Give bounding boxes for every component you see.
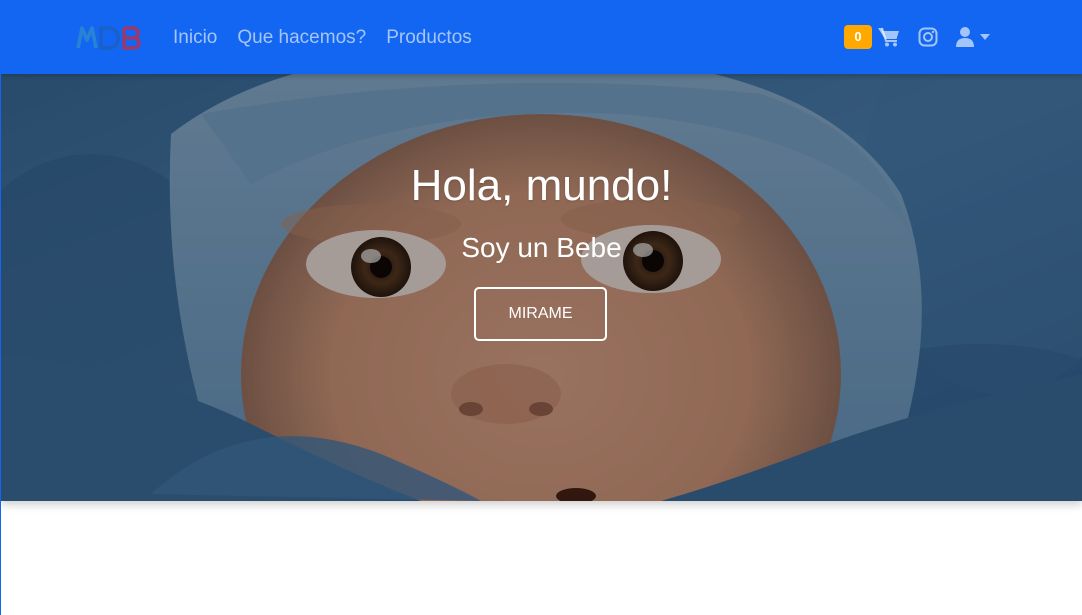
mdb-logo-icon xyxy=(76,26,141,50)
navbar: Inicio Que hacemos? Productos 0 xyxy=(1,1,1082,74)
shopping-cart-icon[interactable] xyxy=(877,26,901,48)
hero-title: Hola, mundo! xyxy=(410,161,673,210)
hero-subtitle: Soy un Bebe xyxy=(461,232,622,263)
user-icon xyxy=(956,27,974,47)
page: Inicio Que hacemos? Productos 0 Hola, mu… xyxy=(0,0,1082,615)
nav-link-inicio[interactable]: Inicio xyxy=(173,26,217,50)
mirame-button[interactable]: MIRAME xyxy=(474,287,607,341)
nav-link-productos[interactable]: Productos xyxy=(386,26,472,50)
cart-count-badge: 0 xyxy=(844,25,872,49)
caret-down-icon xyxy=(980,34,990,40)
user-menu-toggle[interactable] xyxy=(955,26,992,48)
brand-logo[interactable] xyxy=(76,24,142,52)
nav-right: 0 xyxy=(844,25,992,49)
nav-links: Inicio Que hacemos? Productos xyxy=(173,26,492,50)
instagram-icon[interactable] xyxy=(918,27,938,47)
hero-section: Hola, mundo! Soy un Bebe MIRAME xyxy=(1,74,1082,501)
nav-link-que-hacemos[interactable]: Que hacemos? xyxy=(237,26,366,50)
